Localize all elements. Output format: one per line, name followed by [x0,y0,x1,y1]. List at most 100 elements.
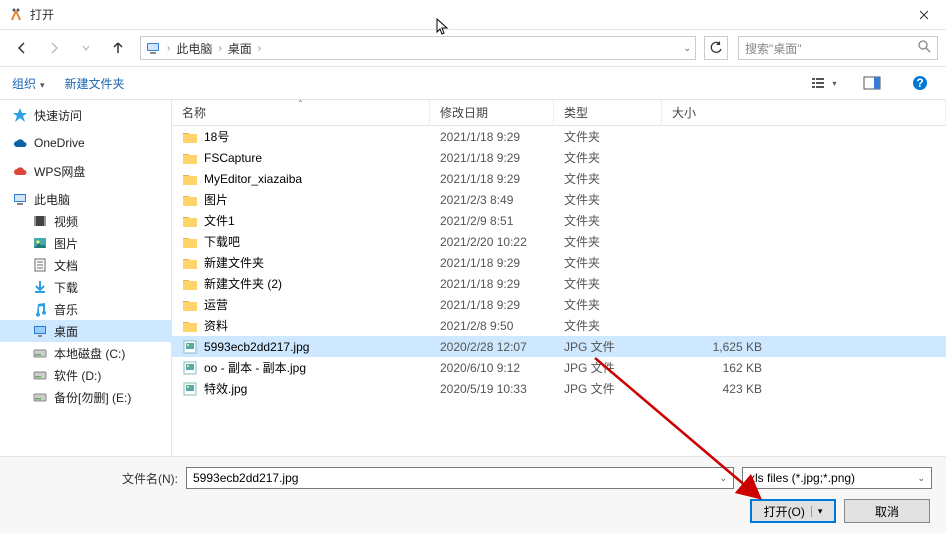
sidebar-item[interactable]: WPS网盘 [0,160,171,182]
refresh-button[interactable] [704,36,728,60]
file-size: 1,625 KB [672,340,772,354]
music-icon [32,301,48,317]
column-name[interactable]: 名称⌃ [172,100,430,125]
file-name: 运营 [204,296,440,313]
preview-pane-button[interactable] [858,71,886,95]
sidebar-item-label: 文档 [54,257,78,274]
cloud-icon [12,135,28,151]
sidebar-item[interactable]: 音乐 [0,298,171,320]
sidebar-item[interactable]: 此电脑 [0,188,171,210]
file-row[interactable]: 图片2021/2/3 8:49文件夹 [172,189,946,210]
file-date: 2020/6/10 9:12 [440,361,564,375]
organize-menu[interactable]: 组织 [12,75,45,92]
sidebar-item-label: 本地磁盘 (C:) [54,345,125,362]
image-file-icon [182,360,198,376]
filename-label: 文件名(N): [0,470,186,487]
folder-icon [182,234,198,250]
file-type: 文件夹 [564,296,672,313]
help-button[interactable]: ? [906,71,934,95]
file-row[interactable]: 新建文件夹 (2)2021/1/18 9:29文件夹 [172,273,946,294]
file-row[interactable]: 5993ecb2dd217.jpg2020/2/28 12:07JPG 文件1,… [172,336,946,357]
sidebar-item[interactable]: 文档 [0,254,171,276]
filename-input[interactable]: 5993ecb2dd217.jpg ⌄ [186,467,734,489]
file-pane: 名称⌃ 修改日期 类型 大小 18号2021/1/18 9:29文件夹FSCap… [172,100,946,466]
file-name: 18号 [204,128,440,145]
back-button[interactable] [8,34,36,62]
cloud-icon [12,163,28,179]
file-name: oo - 副本 - 副本.jpg [204,359,440,376]
file-name: 下载吧 [204,233,440,250]
filename-dropdown-icon[interactable]: ⌄ [719,473,727,484]
sidebar-item-label: 音乐 [54,301,78,318]
file-name: 5993ecb2dd217.jpg [204,340,440,354]
sidebar-item[interactable]: OneDrive [0,132,171,154]
forward-button[interactable] [40,34,68,62]
breadcrumb-dropdown-icon[interactable]: ⌄ [683,43,691,54]
star-icon [12,107,28,123]
doc-icon [32,257,48,273]
breadcrumb-sep-icon: › [163,43,174,54]
file-row[interactable]: 新建文件夹2021/1/18 9:29文件夹 [172,252,946,273]
column-date[interactable]: 修改日期 [430,100,554,125]
breadcrumb-item[interactable]: 此电脑 [174,38,214,59]
file-row[interactable]: FSCapture2021/1/18 9:29文件夹 [172,147,946,168]
titlebar: 打开 [0,0,946,30]
breadcrumb[interactable]: › 此电脑 › 桌面 › ⌄ [140,36,696,60]
recent-dropdown[interactable] [72,34,100,62]
file-row[interactable]: 运营2021/1/18 9:29文件夹 [172,294,946,315]
disk-icon [32,367,48,383]
file-row[interactable]: oo - 副本 - 副本.jpg2020/6/10 9:12JPG 文件162 … [172,357,946,378]
file-name: 新建文件夹 (2) [204,275,440,292]
toolbar: 组织 新建文件夹 ▾ ? [0,66,946,100]
file-row[interactable]: 18号2021/1/18 9:29文件夹 [172,126,946,147]
breadcrumb-item[interactable]: 桌面 [226,38,254,59]
file-row[interactable]: 文件12021/2/9 8:51文件夹 [172,210,946,231]
close-button[interactable] [901,0,946,30]
sidebar-item-label: 下载 [54,279,78,296]
search-icon [918,40,931,56]
file-date: 2021/1/18 9:29 [440,277,564,291]
file-date: 2021/2/3 8:49 [440,193,564,207]
pc-icon [145,40,161,56]
up-button[interactable] [104,34,132,62]
sidebar-item-label: OneDrive [34,136,85,150]
folder-icon [182,276,198,292]
column-type[interactable]: 类型 [554,100,662,125]
file-date: 2021/1/18 9:29 [440,151,564,165]
view-options-button[interactable]: ▾ [810,71,838,95]
file-list[interactable]: 18号2021/1/18 9:29文件夹FSCapture2021/1/18 9… [172,126,946,466]
file-row[interactable]: 下载吧2021/2/20 10:22文件夹 [172,231,946,252]
file-type: 文件夹 [564,128,672,145]
file-type: 文件夹 [564,254,672,271]
file-name: MyEditor_xiazaiba [204,172,440,186]
cancel-button[interactable]: 取消 [844,499,930,523]
sidebar-item[interactable]: 下载 [0,276,171,298]
sidebar-item[interactable]: 视频 [0,210,171,232]
sidebar-item[interactable]: 桌面 [0,320,171,342]
disk-icon [32,345,48,361]
column-header: 名称⌃ 修改日期 类型 大小 [172,100,946,126]
file-type-filter[interactable]: xls files (*.jpg;*.png) ⌄ [742,467,932,489]
filter-dropdown-icon[interactable]: ⌄ [917,473,925,484]
file-row[interactable]: MyEditor_xiazaiba2021/1/18 9:29文件夹 [172,168,946,189]
folder-icon [182,318,198,334]
column-size[interactable]: 大小 [662,100,946,125]
download-icon [32,279,48,295]
search-input[interactable]: 搜索"桌面" [738,36,938,60]
new-folder-button[interactable]: 新建文件夹 [65,75,125,92]
sidebar-item[interactable]: 本地磁盘 (C:) [0,342,171,364]
folder-icon [182,171,198,187]
sidebar-item[interactable]: 备份[勿删] (E:) [0,386,171,408]
sidebar-item[interactable]: 快速访问 [0,104,171,126]
file-name: 特效.jpg [204,380,440,397]
file-row[interactable]: 资料2021/2/8 9:50文件夹 [172,315,946,336]
file-type: 文件夹 [564,212,672,229]
open-split-icon[interactable]: ▾ [811,506,823,517]
sidebar-item[interactable]: 软件 (D:) [0,364,171,386]
image-file-icon [182,339,198,355]
sidebar-item[interactable]: 图片 [0,232,171,254]
file-size: 423 KB [672,382,772,396]
open-button[interactable]: 打开(O) ▾ [750,499,836,523]
search-placeholder: 搜索"桌面" [745,40,918,57]
file-row[interactable]: 特效.jpg2020/5/19 10:33JPG 文件423 KB [172,378,946,399]
